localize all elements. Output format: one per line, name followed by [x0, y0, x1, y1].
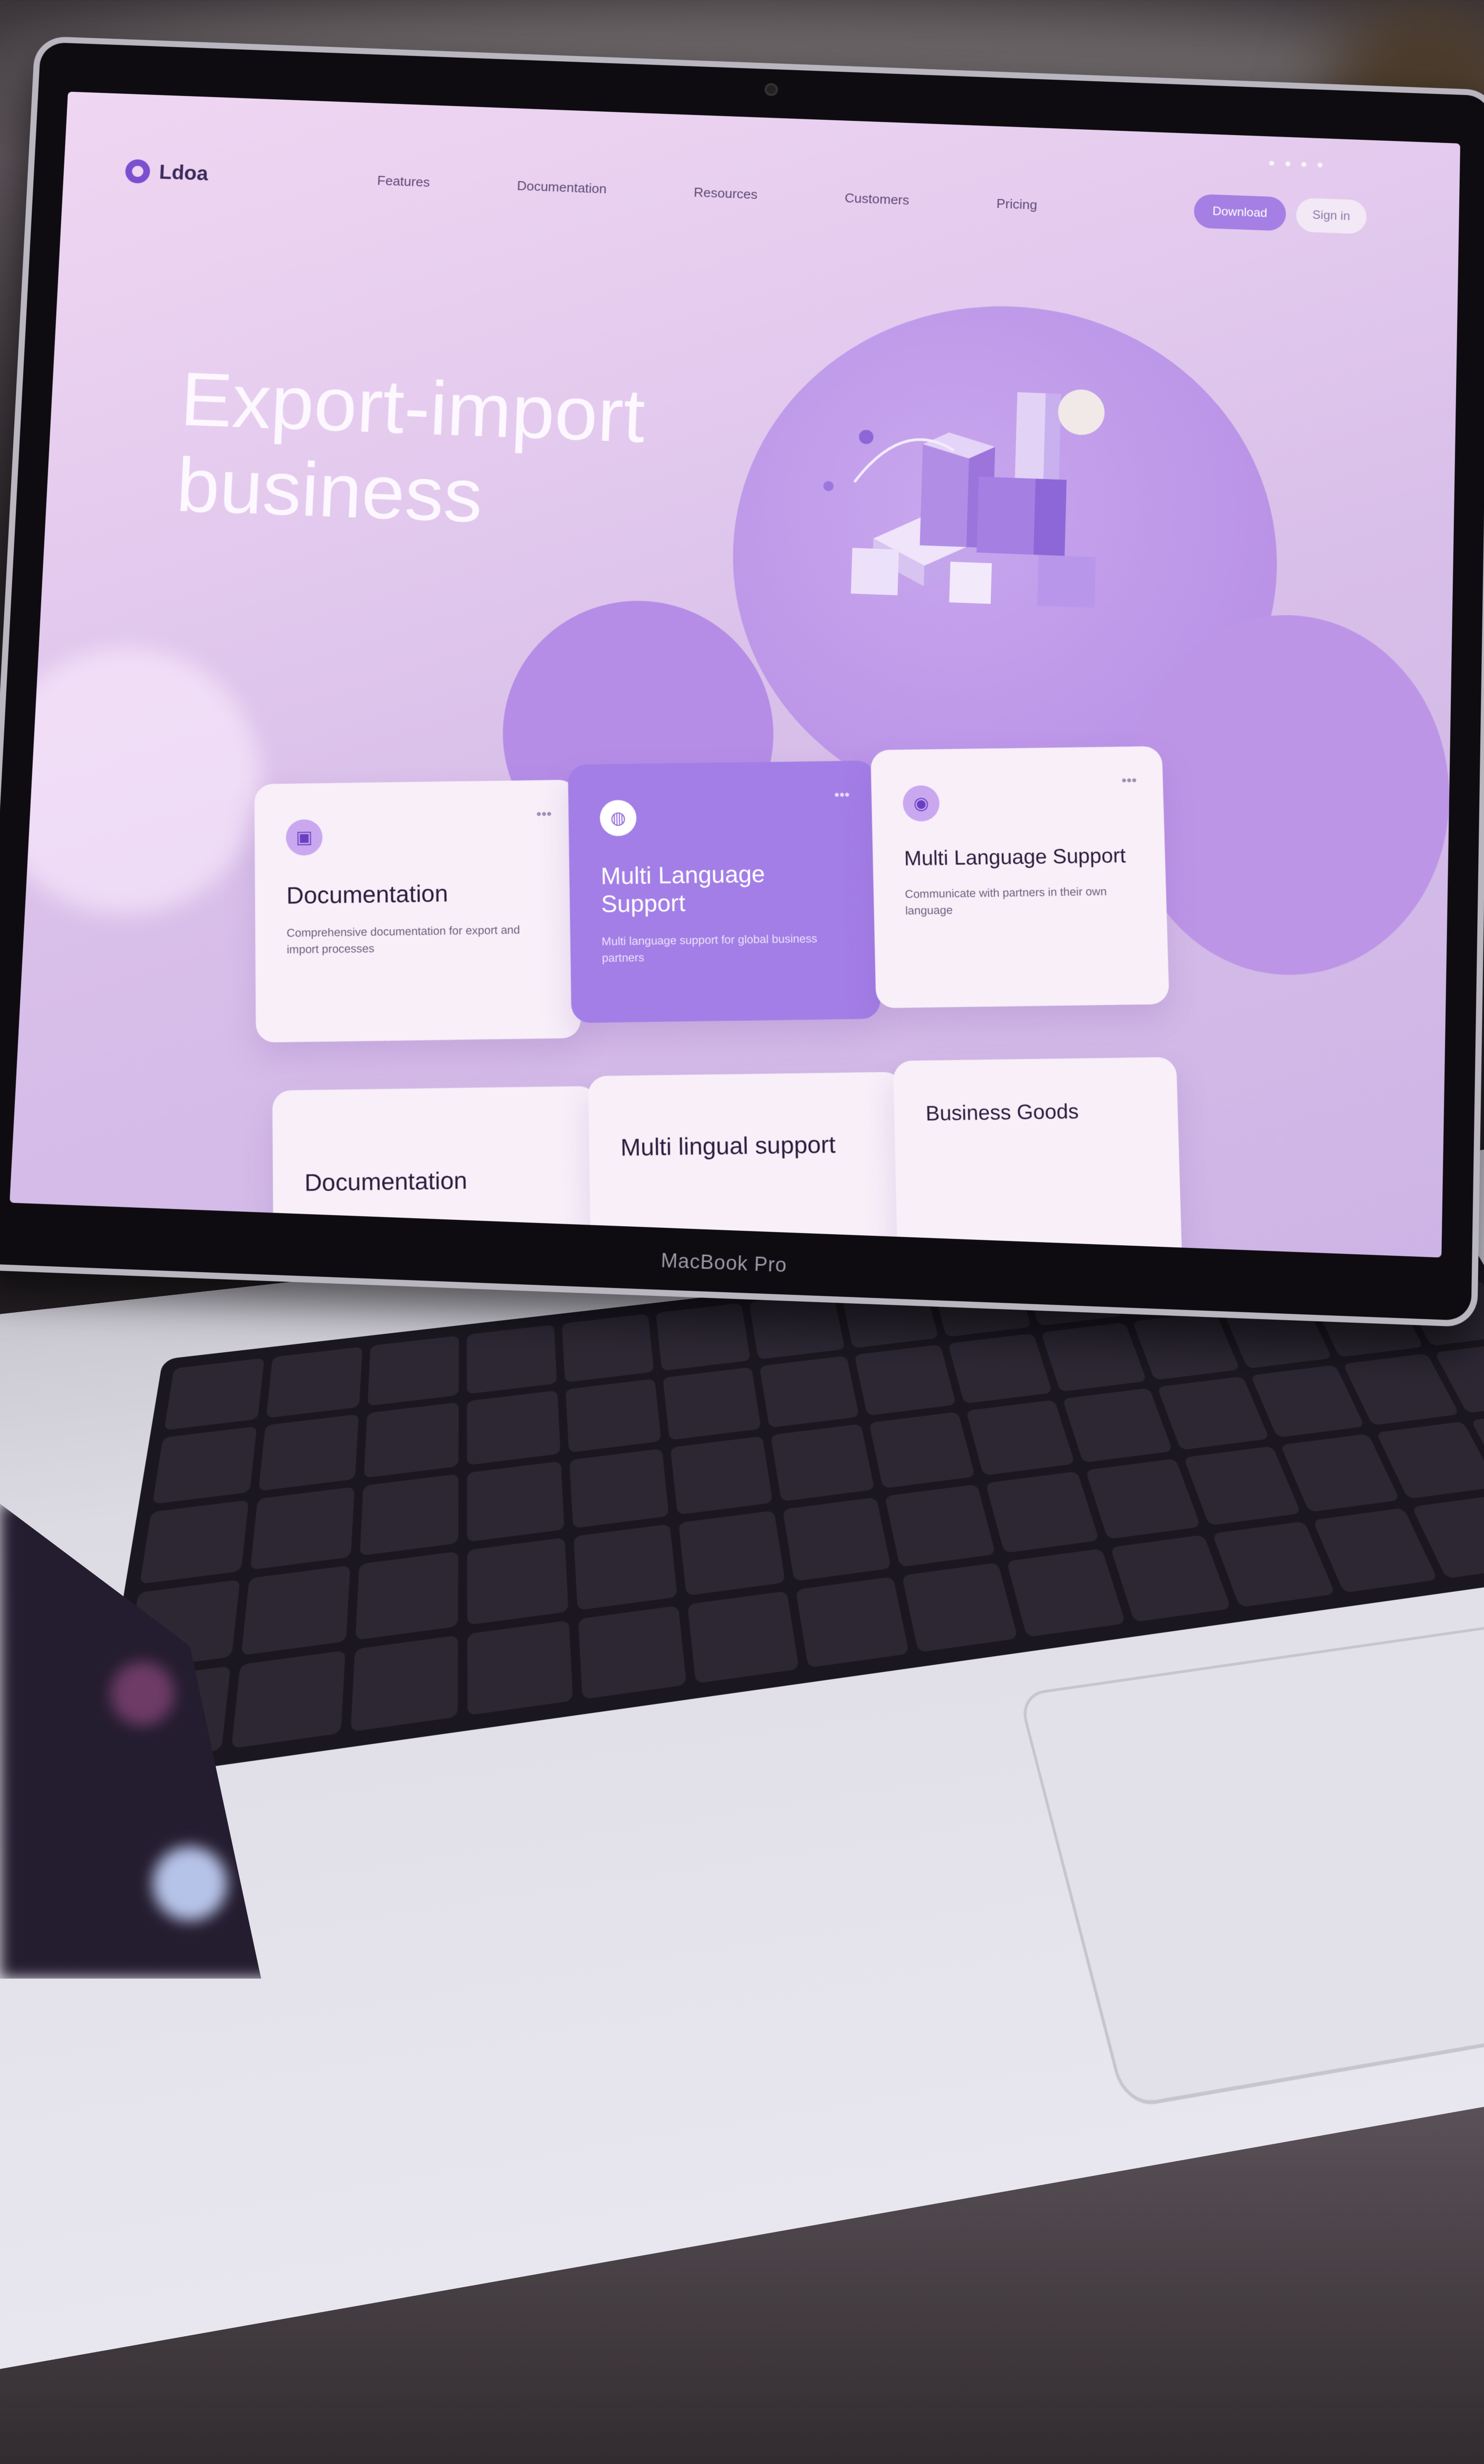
card-title: Multi lingual support: [620, 1130, 836, 1161]
window-controls: ● ● ● ●: [1268, 156, 1327, 171]
navbar: Ldoa Features Documentation Resources Cu…: [124, 141, 1367, 247]
card-title: Multi Language Support: [600, 860, 765, 918]
feature-card-business-goods[interactable]: Business Goods: [893, 1057, 1183, 1258]
feature-card-documentation-2[interactable]: Documentation: [272, 1086, 601, 1258]
bezel-brand-label: MacBook Pro: [660, 1249, 788, 1277]
card-title: Multi Language Support: [904, 844, 1126, 870]
nav-links: Features Documentation Resources Custome…: [377, 173, 1037, 213]
card-title: Documentation: [304, 1167, 467, 1197]
logo[interactable]: Ldoa: [125, 159, 209, 186]
hero-title: Export-import business: [175, 356, 647, 545]
screen: ● ● ● ● Ldoa Features Documentation Reso…: [9, 91, 1460, 1258]
card-description: Multi language support for global busine…: [601, 932, 818, 964]
sign-in-button[interactable]: Sign in: [1295, 197, 1367, 234]
document-icon: ▣: [285, 819, 323, 856]
card-title: Documentation: [286, 880, 448, 909]
download-button[interactable]: Download: [1193, 194, 1286, 232]
nav-actions: Download Sign in: [1193, 194, 1367, 234]
more-options-icon[interactable]: •••: [1121, 772, 1137, 789]
globe-icon: ◍: [599, 799, 637, 837]
card-description: Comprehensive documentation for export a…: [286, 923, 520, 956]
feature-card-multi-lingual-2[interactable]: Multi lingual support: [588, 1072, 908, 1258]
more-options-icon[interactable]: •••: [536, 806, 551, 823]
card-title: Business Goods: [925, 1100, 1079, 1125]
webcam-icon: [764, 82, 779, 97]
more-options-icon[interactable]: •••: [834, 787, 850, 804]
nav-link-pricing[interactable]: Pricing: [996, 196, 1037, 213]
logo-text: Ldoa: [158, 161, 209, 185]
card-description: Communicate with partners in their own l…: [905, 884, 1107, 918]
hero-title-line1: Export-import: [178, 356, 647, 459]
feature-card-multi-language[interactable]: ••• ◉ Multi Language Support Communicate…: [870, 746, 1170, 1008]
feature-card-multi-language-featured[interactable]: ••• ◍ Multi Language Support Multi langu…: [568, 760, 881, 1023]
nav-link-features[interactable]: Features: [377, 173, 430, 190]
nav-link-documentation[interactable]: Documentation: [516, 178, 607, 197]
feature-card-documentation[interactable]: ••• ▣ Documentation Comprehensive docume…: [254, 779, 581, 1043]
laptop-lid: ● ● ● ● Ldoa Features Documentation Reso…: [0, 35, 1484, 1327]
nav-link-customers[interactable]: Customers: [845, 190, 909, 208]
language-icon: ◉: [902, 785, 940, 822]
isometric-city-illustration: [823, 388, 1105, 608]
bg-circle-soft: [9, 643, 267, 920]
hero-title-line2: business: [174, 442, 484, 539]
logo-icon: [125, 159, 151, 184]
nav-link-resources[interactable]: Resources: [694, 184, 758, 202]
trackpad[interactable]: [1017, 1578, 1484, 2109]
